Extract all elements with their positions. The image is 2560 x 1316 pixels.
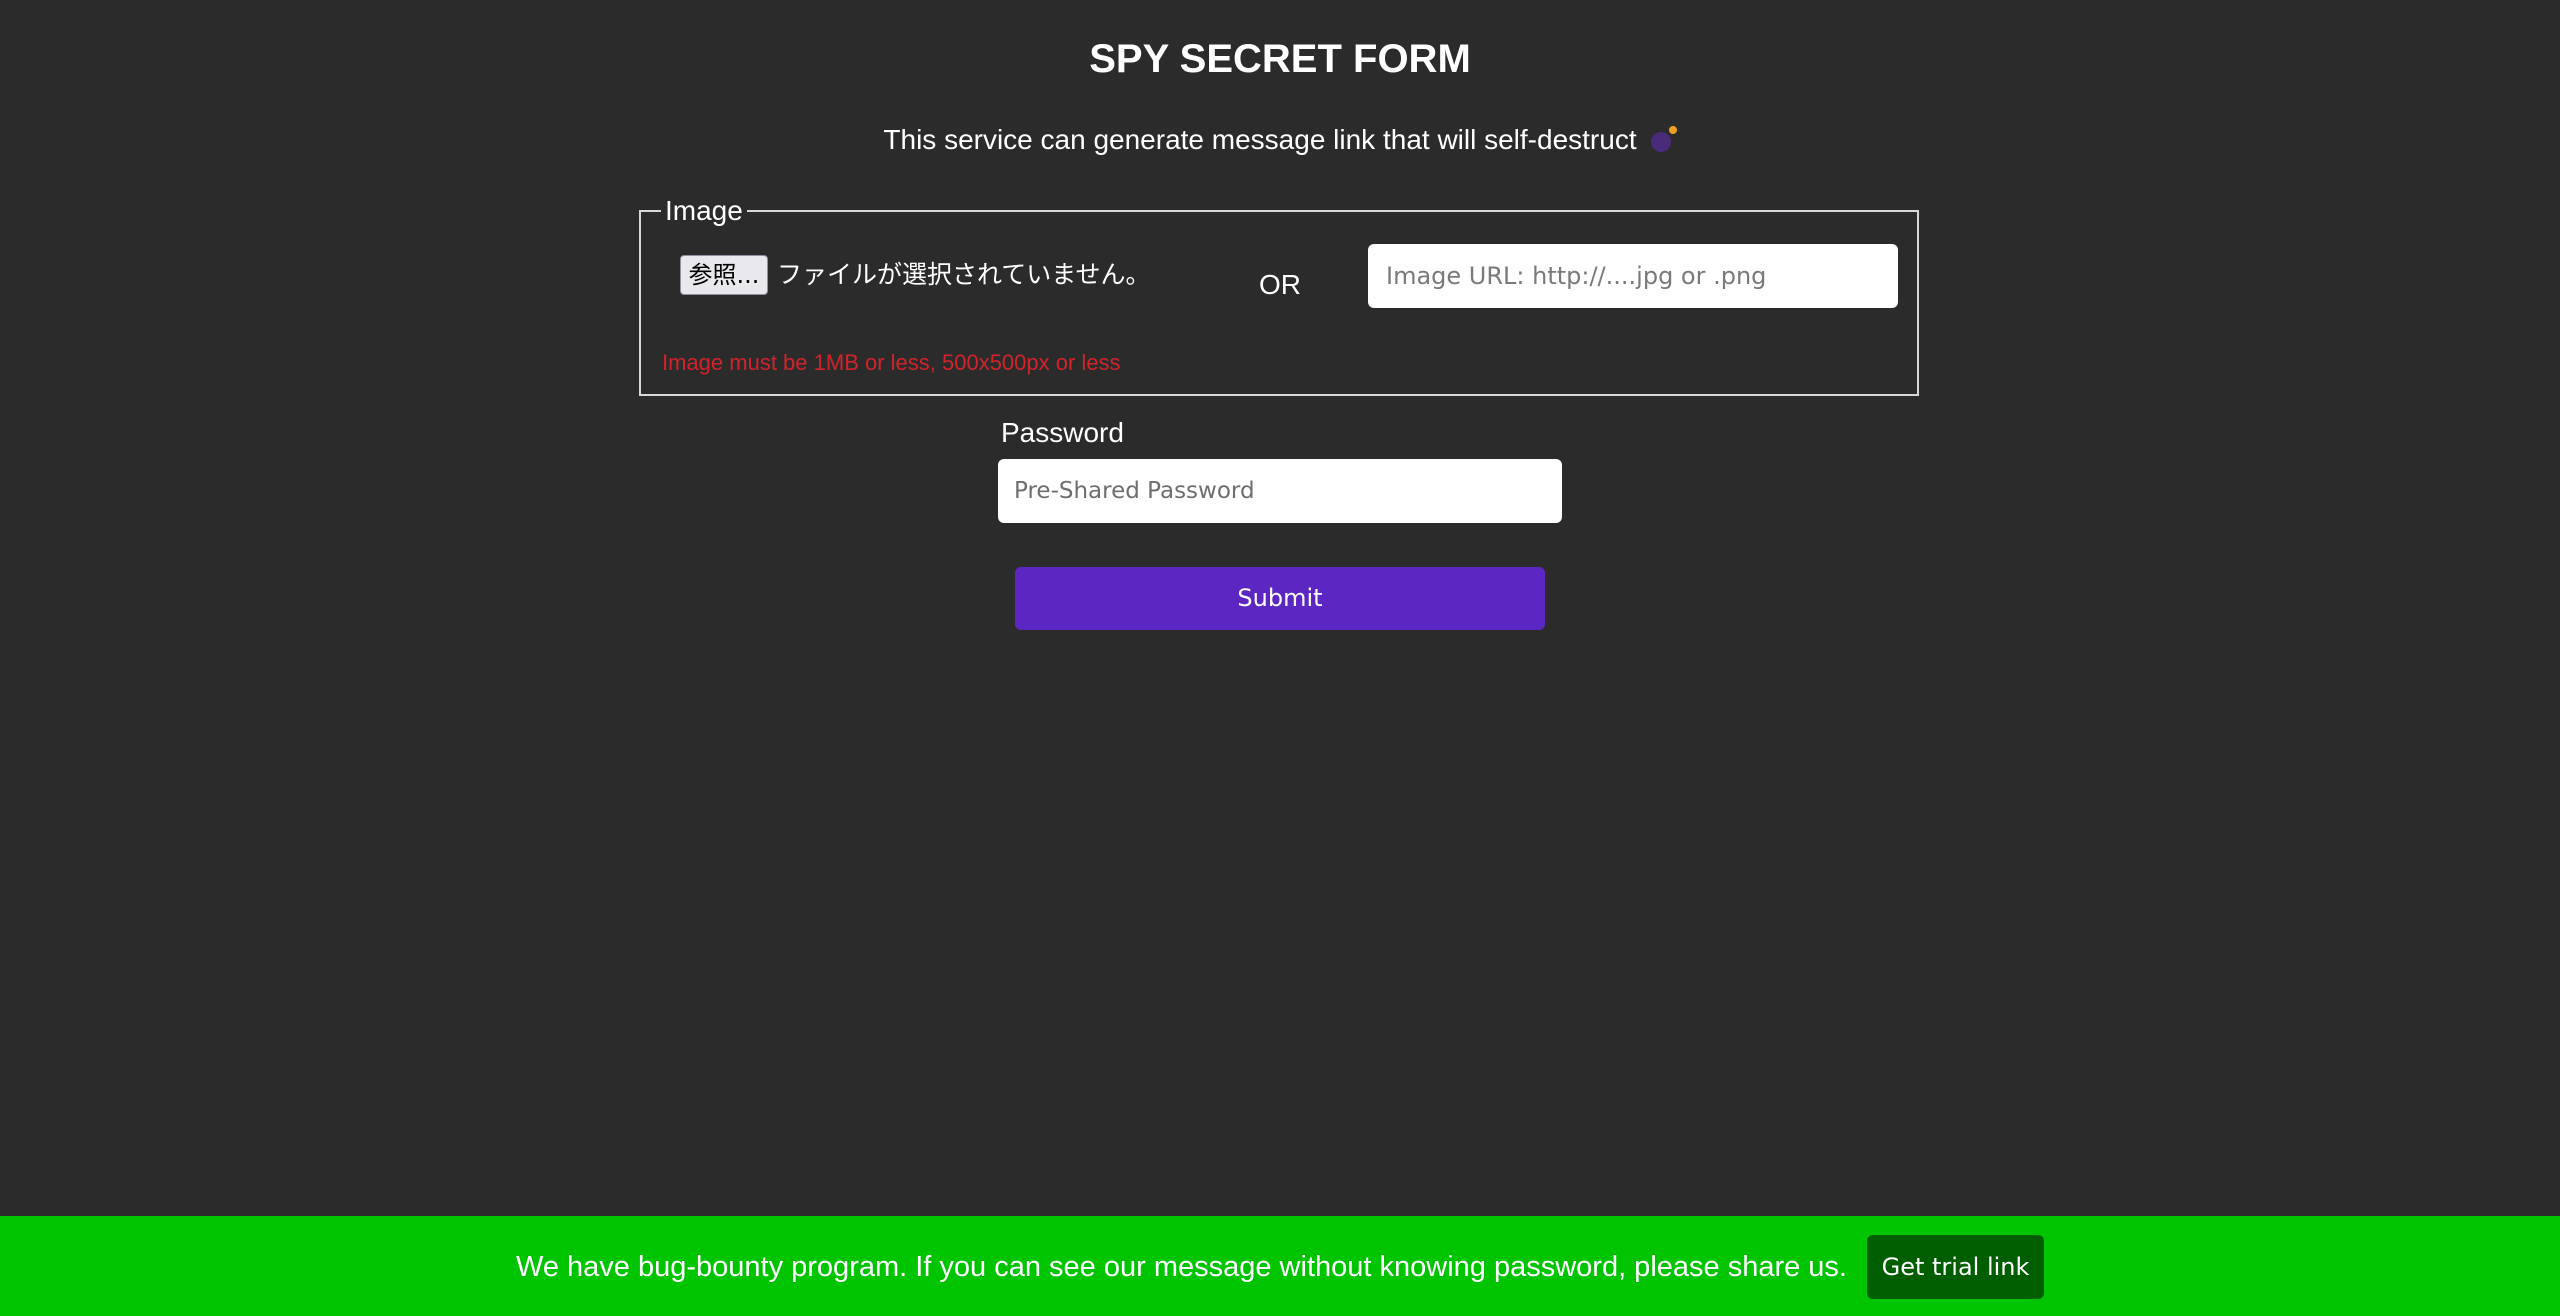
file-status-text: ファイルが選択されていません。 bbox=[777, 260, 1151, 289]
banner-text: We have bug-bounty program. If you can s… bbox=[516, 1251, 1847, 1283]
image-url-input[interactable] bbox=[1368, 244, 1898, 308]
page-subtitle: This service can generate message link t… bbox=[0, 120, 2560, 160]
submit-button[interactable]: Submit bbox=[1015, 567, 1545, 630]
subtitle-text: This service can generate message link t… bbox=[883, 124, 1637, 155]
or-separator: OR bbox=[1259, 269, 1301, 300]
image-size-hint: Image must be 1MB or less, 500x500px or … bbox=[662, 350, 1121, 375]
page-title: SPY SECRET FORM bbox=[1089, 37, 1471, 81]
image-legend: Image bbox=[665, 195, 743, 226]
password-input[interactable] bbox=[998, 459, 1562, 523]
bomb-icon bbox=[1650, 126, 1677, 152]
page: SPY SECRET FORM This service can generat… bbox=[0, 0, 2560, 1316]
password-label: Password bbox=[1001, 417, 1124, 448]
get-trial-link-button[interactable]: Get trial link bbox=[1867, 1235, 2044, 1299]
bomb-spark bbox=[1668, 126, 1677, 134]
bomb-body bbox=[1650, 132, 1671, 152]
file-browse-button[interactable]: 参照... bbox=[680, 255, 768, 295]
